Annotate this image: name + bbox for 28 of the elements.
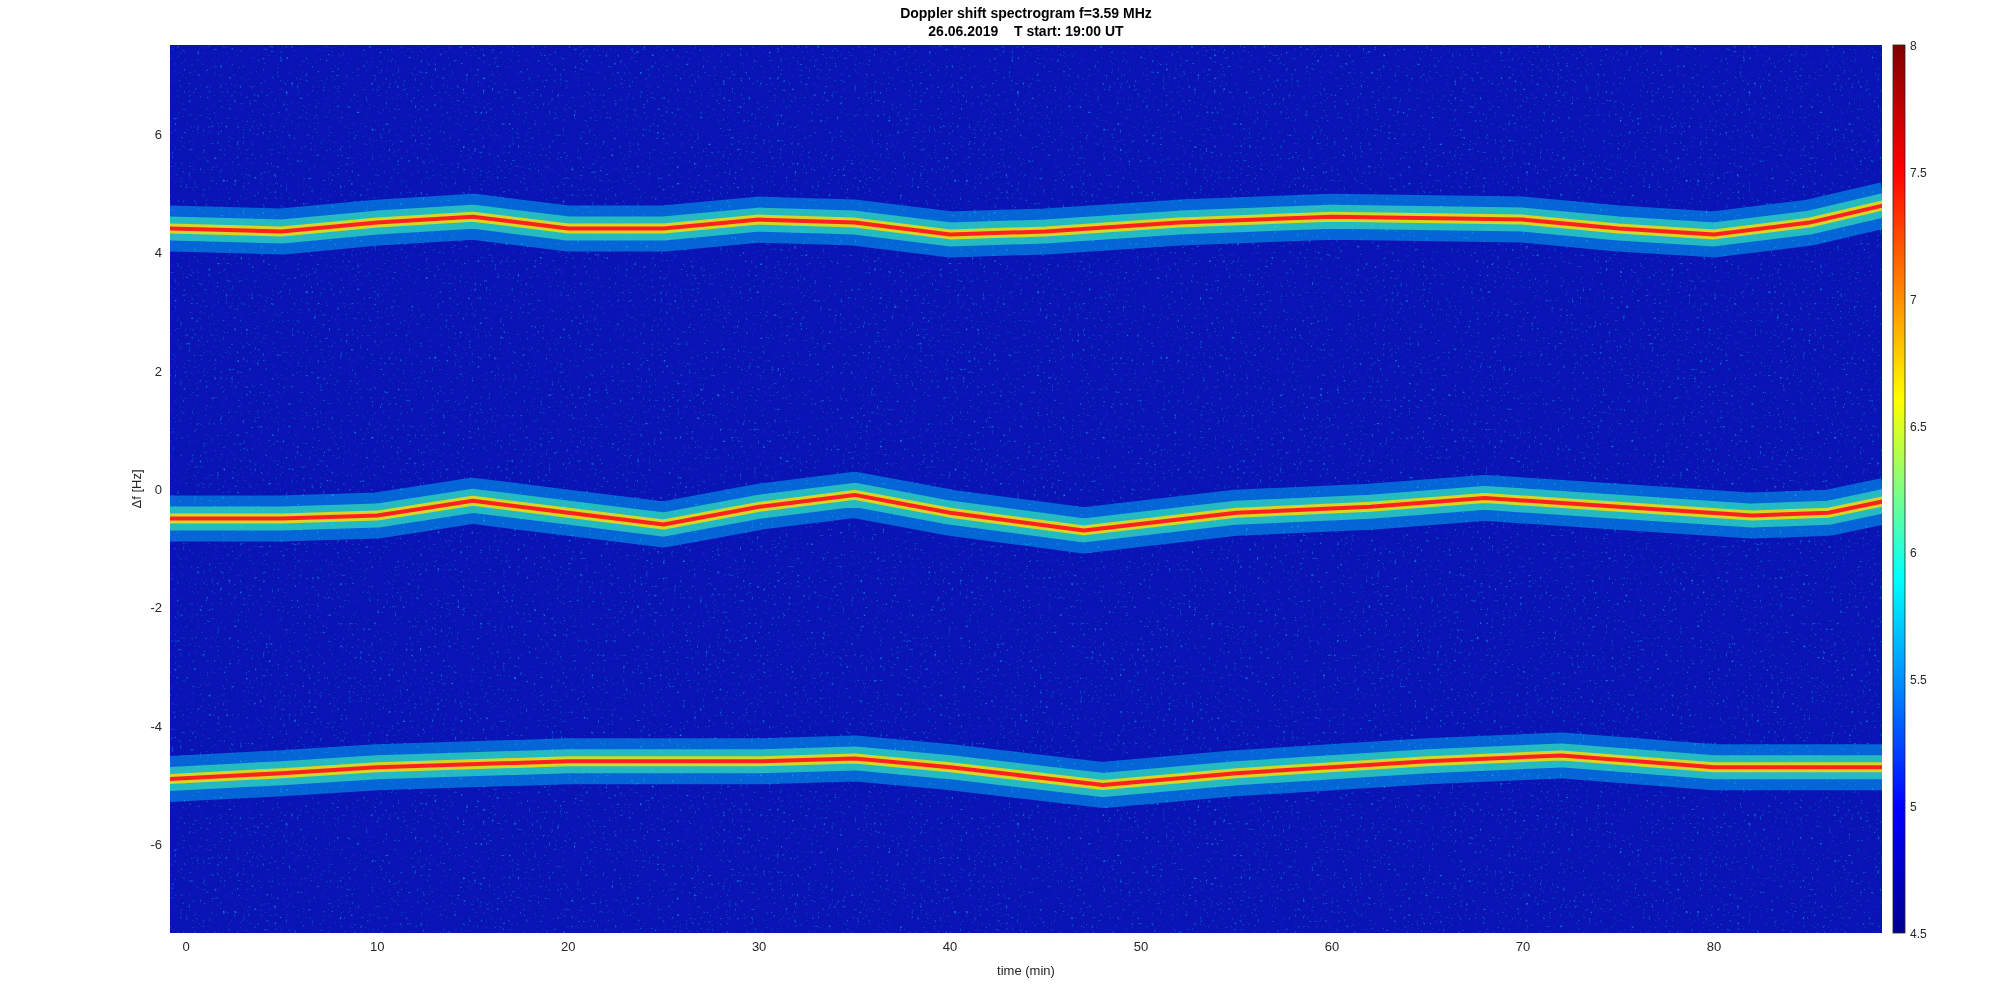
y-tick-label: -2 xyxy=(150,600,162,616)
chart-title: Doppler shift spectrogram f=3.59 MHz xyxy=(900,5,1152,21)
colorbar-tick-label: 6 xyxy=(1910,546,1917,561)
x-tick-label: 0 xyxy=(182,939,190,954)
y-axis-label: Δf [Hz] xyxy=(129,469,144,509)
x-axis-label: time (min) xyxy=(997,963,1055,978)
x-tick-label: 40 xyxy=(942,939,958,954)
colorbar-tick-label: 7 xyxy=(1910,292,1917,307)
y-tick-label: 2 xyxy=(154,363,162,379)
x-tick-label: 10 xyxy=(369,939,385,954)
x-tick-label: 60 xyxy=(1324,939,1340,954)
x-tick-label: 50 xyxy=(1133,939,1149,954)
y-tick-label: 0 xyxy=(154,482,162,497)
y-tick-label: 6 xyxy=(154,126,162,142)
chart-title: 26.06.2019 T start: 19:00 UT xyxy=(928,23,1124,39)
colorbar-tick-label: 4.5 xyxy=(1910,927,1927,941)
x-tick-label: 30 xyxy=(751,939,767,954)
colorbar-tick-label: 7.5 xyxy=(1910,165,1927,180)
y-tick-label: 4 xyxy=(154,245,162,261)
colorbar-tick-label: 6.5 xyxy=(1910,419,1927,434)
x-tick-label: 80 xyxy=(1706,939,1722,954)
colorbar-tick-label: 8 xyxy=(1910,39,1917,53)
colorbar-tick-label: 5.5 xyxy=(1910,673,1927,688)
y-tick-label: -6 xyxy=(150,837,162,853)
colorbar-tick-label: 5 xyxy=(1910,800,1917,815)
x-tick-label: 70 xyxy=(1515,939,1531,954)
x-tick-label: 20 xyxy=(560,939,576,954)
y-tick-label: -4 xyxy=(150,718,162,734)
